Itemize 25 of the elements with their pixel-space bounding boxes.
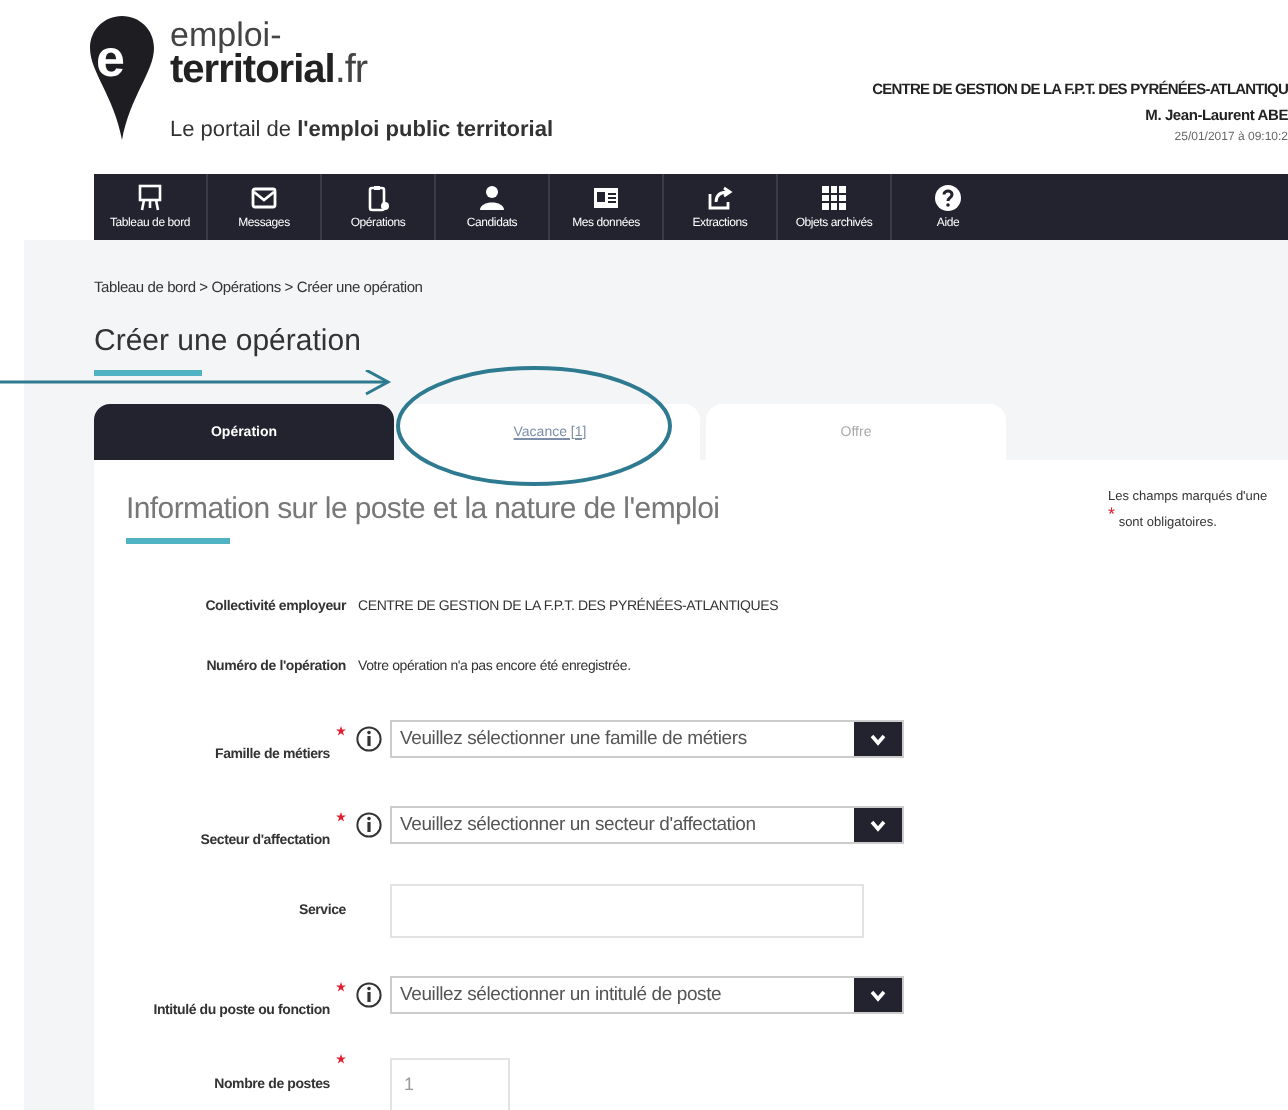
help-icon <box>934 184 962 212</box>
input-field[interactable]: 1 <box>390 1057 510 1110</box>
info-icon[interactable] <box>355 982 381 1008</box>
section-title: Information sur le poste et la nature de l'emploi <box>126 492 720 526</box>
dropdown-field[interactable]: Veuillez sélectionner un intitulé de poste <box>390 976 904 1014</box>
site-tagline: Le portail de l'emploi public territorial <box>170 118 554 142</box>
export-icon <box>706 184 734 212</box>
dropdown-field[interactable]: Veuillez sélectionner une famille de métiers <box>390 720 904 758</box>
envelope-icon <box>250 184 278 212</box>
person-icon <box>478 184 506 212</box>
dropdown-field[interactable]: Veuillez sélectionner un secteur d'affectation <box>390 806 904 844</box>
logo-text: emploi- <box>170 20 282 50</box>
chevron-down-icon <box>870 733 886 745</box>
id-card-icon <box>592 184 620 212</box>
page-title: Créer une opération <box>94 324 361 358</box>
cabinet-icon <box>820 184 848 212</box>
logo-text: territorial.fr <box>170 50 370 90</box>
easel-icon <box>136 184 164 212</box>
info-icon[interactable] <box>355 726 381 752</box>
info-icon[interactable] <box>355 812 381 838</box>
logo-letter: e <box>96 28 125 90</box>
chevron-down-icon <box>870 989 886 1001</box>
input-field[interactable] <box>390 883 864 937</box>
clipboard-icon <box>364 184 392 212</box>
chevron-down-icon <box>870 819 886 831</box>
